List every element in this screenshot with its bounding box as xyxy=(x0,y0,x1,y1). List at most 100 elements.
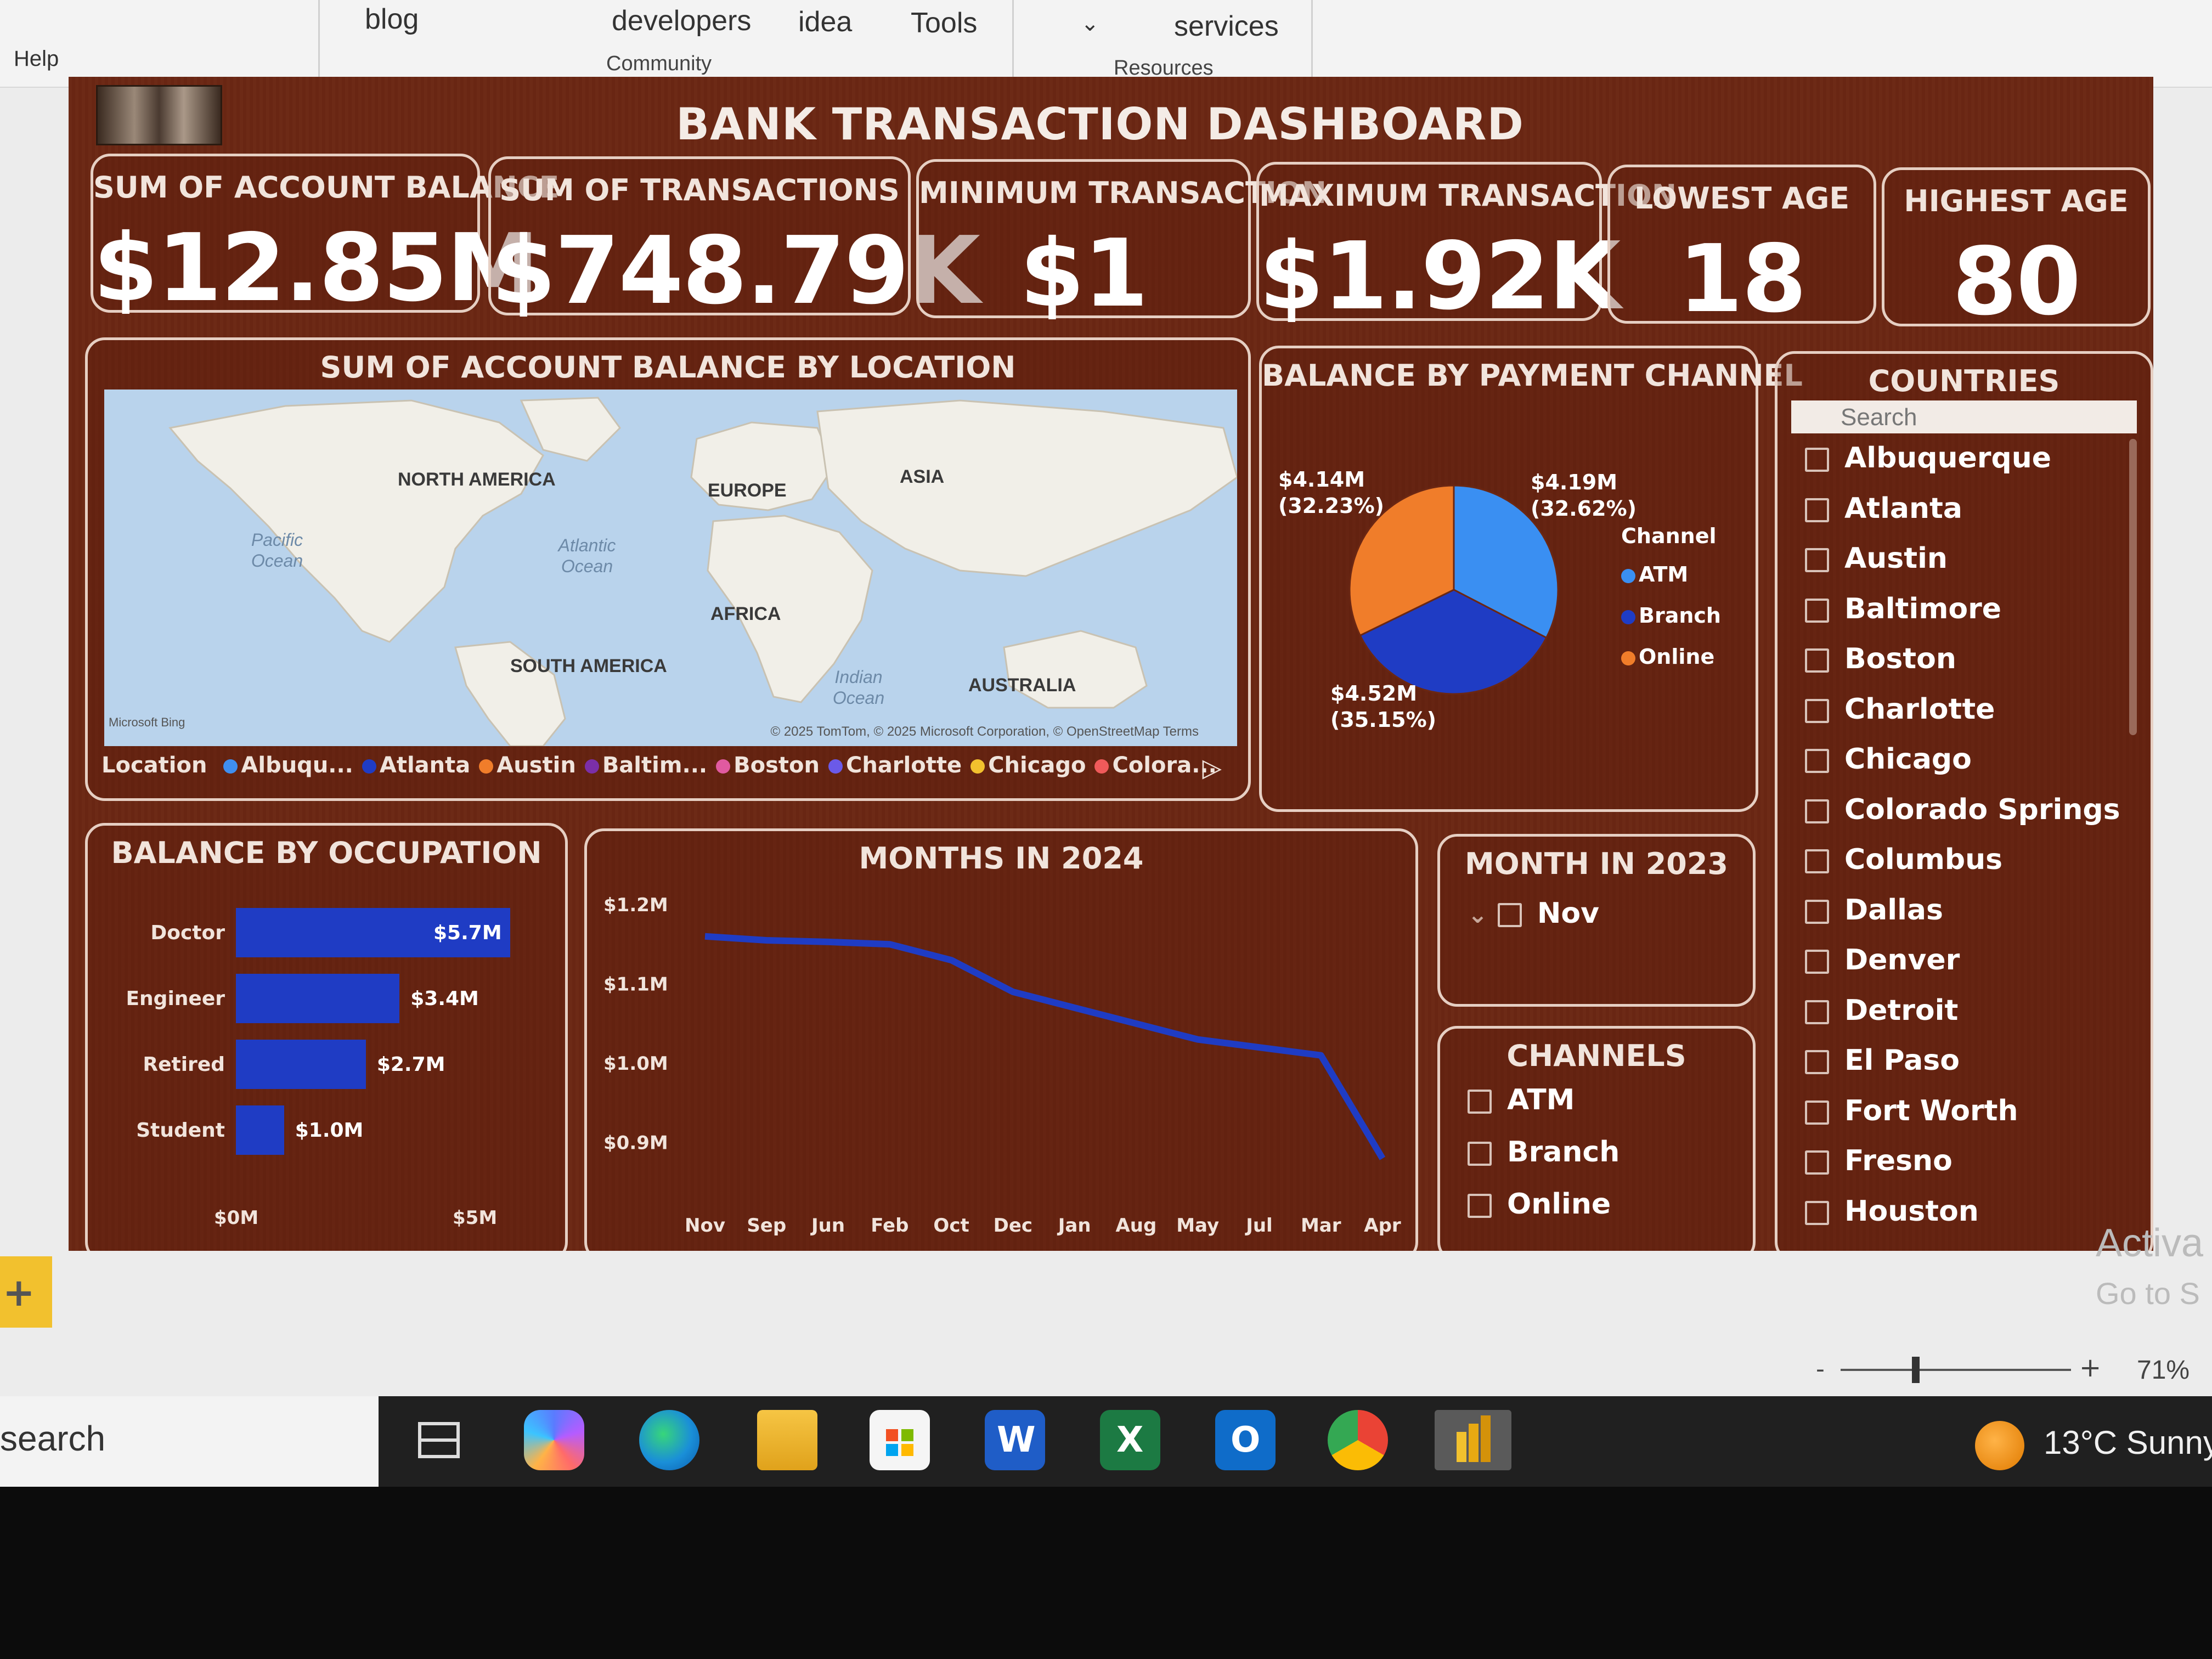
bar-student[interactable] xyxy=(236,1105,284,1155)
country-item[interactable]: Fort Worth xyxy=(1805,1094,2018,1127)
checkbox[interactable] xyxy=(1805,1150,1829,1175)
zoom-slider[interactable] xyxy=(1841,1357,2071,1383)
checkbox[interactable] xyxy=(1805,749,1829,773)
country-item[interactable]: Fresno xyxy=(1805,1144,1953,1177)
checkbox[interactable] xyxy=(1468,1142,1492,1166)
country-item[interactable]: Houston xyxy=(1805,1195,1979,1228)
checkbox[interactable] xyxy=(1468,1194,1492,1218)
legend-item[interactable]: Atlanta xyxy=(362,753,470,778)
zoom-in-button[interactable]: + xyxy=(2079,1352,2101,1383)
country-item[interactable]: Denver xyxy=(1805,944,1960,977)
outlook-icon[interactable]: O xyxy=(1215,1410,1276,1470)
checkbox[interactable] xyxy=(1805,1200,1829,1225)
blog-button[interactable]: blog xyxy=(365,3,419,36)
file-explorer-icon[interactable] xyxy=(757,1410,817,1470)
legend-label: Austin xyxy=(496,753,576,778)
chrome-icon[interactable] xyxy=(1328,1410,1388,1470)
power-bi-icon[interactable] xyxy=(1435,1410,1511,1470)
country-item[interactable]: Dallas xyxy=(1805,894,1943,927)
developers-button[interactable]: developers xyxy=(612,4,751,37)
bar-engineer[interactable] xyxy=(236,974,400,1023)
balance-line-series[interactable] xyxy=(704,933,1386,1160)
checkbox[interactable] xyxy=(1805,1050,1829,1074)
checkbox[interactable] xyxy=(1805,849,1829,873)
checkbox[interactable] xyxy=(1805,799,1829,823)
country-item[interactable]: Baltimore xyxy=(1805,592,2001,625)
dashboard: BANK TRANSACTION DASHBOARD SUM OF ACCOUN… xyxy=(69,77,2153,1251)
checkbox[interactable] xyxy=(1805,899,1829,924)
legend-item[interactable]: Baltim... xyxy=(584,753,707,778)
country-item[interactable]: Atlanta xyxy=(1805,492,1962,525)
add-page-button[interactable]: + xyxy=(0,1256,52,1328)
edge-browser-icon[interactable] xyxy=(639,1410,699,1470)
legend-item[interactable]: Boston xyxy=(716,753,820,778)
month-2023-slicer: MONTH IN 2023 ⌄ Nov xyxy=(1437,834,1756,1007)
task-view-icon[interactable] xyxy=(409,1410,469,1470)
checkbox[interactable] xyxy=(1805,648,1829,673)
checkbox[interactable] xyxy=(1805,498,1829,522)
countries-scrollbar[interactable] xyxy=(2129,439,2137,735)
microsoft-store-icon[interactable] xyxy=(870,1410,930,1470)
chevron-down-icon[interactable]: ⌄ xyxy=(1081,11,1099,36)
checkbox[interactable] xyxy=(1805,548,1829,572)
map-copyright[interactable]: © 2025 TomTom, © 2025 Microsoft Corporat… xyxy=(770,724,1199,740)
bar-category-label: Doctor xyxy=(150,922,225,944)
world-map[interactable]: NORTH AMERICA EUROPE ASIA AFRICA SOUTH A… xyxy=(104,390,1237,746)
zoom-level[interactable]: 71% xyxy=(2137,1355,2190,1385)
bar-value-label: $1.0M xyxy=(295,1119,364,1142)
idea-button[interactable]: idea xyxy=(798,5,852,38)
checkbox[interactable] xyxy=(1805,448,1829,472)
kpi-label: HIGHEST AGE xyxy=(1904,184,2129,218)
x-tick-label: Apr xyxy=(1364,1215,1401,1237)
map-card: SUM OF ACCOUNT BALANCE BY LOCATION NORTH… xyxy=(85,337,1251,801)
legend-item[interactable]: Charlotte xyxy=(828,753,962,778)
country-item[interactable]: Colorado Springs xyxy=(1805,793,2120,826)
word-icon[interactable]: W xyxy=(985,1410,1045,1470)
services-button[interactable]: services xyxy=(1174,10,1279,43)
checkbox[interactable] xyxy=(1468,1090,1492,1114)
north-america-shape xyxy=(168,399,544,643)
legend-item[interactable]: Colora... xyxy=(1094,753,1217,778)
zoom-slider-handle[interactable] xyxy=(1912,1357,1920,1383)
countries-search-box[interactable]: Search xyxy=(1791,400,2137,433)
taskbar-search-box[interactable]: search xyxy=(0,1396,379,1487)
checkbox[interactable] xyxy=(1805,1000,1829,1024)
month-2023-item-nov[interactable]: ⌄ Nov xyxy=(1468,897,1599,930)
excel-icon[interactable]: X xyxy=(1100,1410,1160,1470)
checkbox[interactable] xyxy=(1805,1100,1829,1125)
map-label-asia: ASIA xyxy=(900,466,945,487)
zoom-out-button[interactable]: - xyxy=(1816,1355,1825,1383)
checkbox[interactable] xyxy=(1805,598,1829,623)
checkbox[interactable] xyxy=(1497,903,1522,927)
country-item[interactable]: Austin xyxy=(1805,542,1948,575)
months-2024-line-chart[interactable]: $1.2M $1.1M $1.0M $0.9M Nov Sep Jun Feb Oct Dec Ja… xyxy=(587,831,1421,1251)
checkbox[interactable] xyxy=(1805,698,1829,723)
weather-sun-icon[interactable] xyxy=(1975,1421,2024,1470)
channel-item-branch[interactable]: Branch xyxy=(1468,1136,1620,1169)
country-item[interactable]: Boston xyxy=(1805,642,1956,675)
channel-item-atm[interactable]: ATM xyxy=(1468,1084,1575,1116)
legend-item[interactable]: Chicago xyxy=(970,753,1086,778)
checkbox[interactable] xyxy=(1805,950,1829,974)
bar-retired[interactable] xyxy=(236,1040,366,1089)
country-item[interactable]: Albuquerque xyxy=(1805,442,2051,475)
country-item[interactable]: Detroit xyxy=(1805,994,1958,1027)
country-item[interactable]: Columbus xyxy=(1805,843,2002,876)
legend-dot-icon xyxy=(1621,610,1635,624)
legend-label: Colora... xyxy=(1112,753,1217,778)
country-label: Atlanta xyxy=(1844,492,1962,525)
legend-item[interactable]: Austin xyxy=(479,753,576,778)
weather-text[interactable]: 13°C Sunny xyxy=(2044,1424,2212,1462)
chevron-down-icon[interactable]: ⌄ xyxy=(1468,901,1488,929)
country-item[interactable]: Charlotte xyxy=(1805,693,1995,726)
channel-item-online[interactable]: Online xyxy=(1468,1188,1611,1221)
copilot-icon[interactable] xyxy=(524,1410,584,1470)
tools-button[interactable]: Tools xyxy=(911,7,977,40)
occupation-title: BALANCE BY OCCUPATION xyxy=(111,836,542,870)
help-menu[interactable]: Help xyxy=(14,47,59,71)
country-item[interactable]: El Paso xyxy=(1805,1044,1960,1077)
kpi-value: $12.85M xyxy=(93,214,539,323)
country-item[interactable]: Chicago xyxy=(1805,743,1972,776)
legend-item[interactable]: Albuqu... xyxy=(223,753,353,778)
legend-next-arrow-icon[interactable]: ▷ xyxy=(1203,753,1222,782)
